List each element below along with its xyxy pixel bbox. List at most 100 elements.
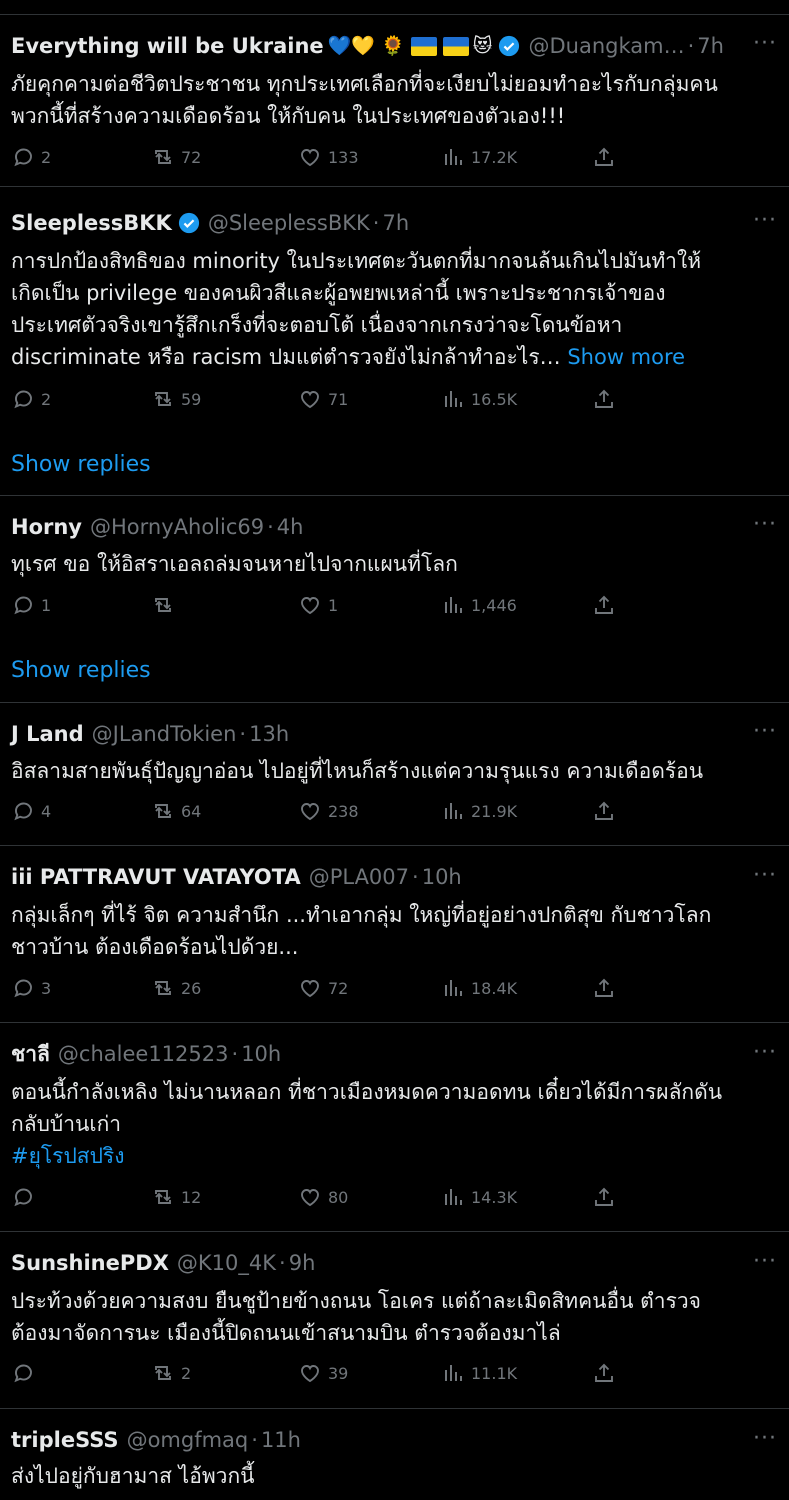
- retweet-button[interactable]: 2: [151, 1361, 191, 1385]
- retweet-icon: [155, 1366, 171, 1380]
- timestamp[interactable]: 11h: [261, 1425, 301, 1455]
- timestamp[interactable]: 7h: [697, 31, 724, 61]
- show-replies-link[interactable]: Show replies: [11, 656, 151, 686]
- share-button[interactable]: [592, 593, 616, 617]
- display-name[interactable]: Horny: [11, 512, 82, 542]
- retweet-count: 26: [181, 978, 202, 998]
- reply-button[interactable]: [11, 1185, 41, 1209]
- display-name[interactable]: J Land: [11, 719, 84, 749]
- user-handle[interactable]: @JLandTokien: [92, 719, 237, 749]
- reply-button[interactable]: 1: [11, 593, 51, 617]
- display-name[interactable]: SleeplessBKK: [11, 208, 172, 238]
- more-options-button[interactable]: ···: [753, 865, 777, 890]
- tweet-divider: [0, 495, 789, 496]
- views-button[interactable]: 16.5K: [441, 387, 517, 411]
- view-count: 16.5K: [471, 389, 518, 409]
- retweet-icon: [155, 981, 171, 995]
- views-button[interactable]: 14.3K: [441, 1185, 517, 1209]
- user-handle[interactable]: @Duangkam…: [528, 31, 684, 61]
- heart-icon: [301, 149, 319, 167]
- like-button[interactable]: 80: [298, 1185, 348, 1209]
- retweet-button[interactable]: 59: [151, 387, 201, 411]
- share-icon: [595, 978, 613, 997]
- timestamp[interactable]: 4h: [277, 512, 304, 542]
- views-button[interactable]: 18.4K: [441, 976, 517, 1000]
- tweet-text: กลุ่มเล็กๆ ที่ไร้ จิต ความสำนึก ...ทำเอา…: [11, 899, 781, 963]
- tweet-divider: [0, 702, 789, 703]
- share-button[interactable]: [592, 1361, 616, 1385]
- user-handle[interactable]: @SleeplessBKK: [208, 208, 370, 238]
- retweet-button[interactable]: [151, 593, 181, 617]
- like-button[interactable]: 39: [298, 1361, 348, 1385]
- reply-button[interactable]: 2: [11, 145, 51, 169]
- retweet-count: 2: [181, 1363, 192, 1383]
- like-count: 71: [328, 389, 349, 409]
- tweet-line: กลุ่มเล็กๆ ที่ไร้ จิต ความสำนึก ...ทำเอา…: [11, 903, 712, 927]
- display-name[interactable]: iii PATTRAVUT VATAYOTA: [11, 862, 301, 892]
- name-emoji-tail: 😻: [472, 35, 493, 57]
- views-button[interactable]: 21.9K: [441, 799, 517, 823]
- share-button[interactable]: [592, 1185, 616, 1209]
- show-more-link[interactable]: Show more: [567, 345, 685, 369]
- timestamp[interactable]: 9h: [289, 1248, 316, 1278]
- reply-icon: [14, 1364, 32, 1383]
- display-name[interactable]: SunshinePDX: [11, 1248, 169, 1278]
- display-name[interactable]: tripleSSS: [11, 1425, 119, 1455]
- reply-button[interactable]: 2: [11, 387, 51, 411]
- more-options-button[interactable]: ···: [753, 721, 777, 746]
- user-handle[interactable]: @HornyAholic69: [90, 512, 264, 542]
- reply-button[interactable]: 3: [11, 976, 51, 1000]
- tweet-actions: 2 39 11.1K: [11, 1361, 631, 1385]
- timestamp[interactable]: 13h: [249, 719, 289, 749]
- share-button[interactable]: [592, 145, 616, 169]
- retweet-button[interactable]: 72: [151, 145, 201, 169]
- like-button[interactable]: 238: [298, 799, 359, 823]
- more-options-button[interactable]: ···: [753, 514, 777, 539]
- views-button[interactable]: 11.1K: [441, 1361, 517, 1385]
- like-button[interactable]: 1: [298, 593, 338, 617]
- like-button[interactable]: 71: [298, 387, 348, 411]
- view-count: 18.4K: [471, 978, 518, 998]
- tweet-text: ตอนนี้กำลังเหลิง ไม่นานหลอก ที่ชาวเมืองห…: [11, 1076, 781, 1172]
- display-name[interactable]: Everything will be Ukraine: [11, 31, 324, 61]
- retweet-button[interactable]: 26: [151, 976, 201, 1000]
- tweet-line: อิสลามสายพันธุ์ปัญญาอ่อน ไปอยู่ที่ไหนก็ส…: [11, 759, 704, 783]
- share-button[interactable]: [592, 799, 616, 823]
- hashtag-link[interactable]: #ยุโรปสปริง: [11, 1140, 781, 1172]
- more-options-button[interactable]: ···: [753, 1428, 777, 1453]
- views-button[interactable]: 17.2K: [441, 145, 517, 169]
- view-count: 11.1K: [471, 1363, 518, 1383]
- retweet-button[interactable]: 12: [151, 1185, 201, 1209]
- reply-button[interactable]: [11, 1361, 41, 1385]
- user-handle[interactable]: @chalee112523: [58, 1039, 229, 1069]
- tweet-line: ประเทศตัวจริงเขารู้สึกเกร็งที่จะตอบโต้ เ…: [11, 313, 623, 337]
- like-button[interactable]: 72: [298, 976, 348, 1000]
- timestamp[interactable]: 10h: [241, 1039, 281, 1069]
- display-name[interactable]: ชาลี: [11, 1039, 50, 1069]
- share-button[interactable]: [592, 387, 616, 411]
- user-handle[interactable]: @omgfmaq: [127, 1425, 249, 1455]
- like-count: 80: [328, 1187, 349, 1207]
- more-options-button[interactable]: ···: [753, 1251, 777, 1276]
- ukraine-flag-icon: [410, 36, 437, 56]
- retweet-button[interactable]: 64: [151, 799, 201, 823]
- view-count: 21.9K: [471, 801, 518, 821]
- more-options-button[interactable]: ···: [753, 1042, 777, 1067]
- views-icon: [445, 803, 462, 819]
- views-button[interactable]: 1,446: [441, 593, 517, 617]
- user-handle[interactable]: @K10_4K: [177, 1248, 276, 1278]
- tweet-text: อิสลามสายพันธุ์ปัญญาอ่อน ไปอยู่ที่ไหนก็ส…: [11, 755, 781, 787]
- share-icon: [595, 1187, 613, 1206]
- share-button[interactable]: [592, 976, 616, 1000]
- tweet-line: ชาวบ้าน ต้องเดือดร้อนไปด้วย...: [11, 935, 299, 959]
- timestamp[interactable]: 7h: [382, 208, 409, 238]
- user-handle[interactable]: @PLA007: [309, 862, 409, 892]
- more-options-button[interactable]: ···: [753, 210, 777, 235]
- timestamp[interactable]: 10h: [422, 862, 462, 892]
- retweet-icon: [155, 804, 171, 818]
- like-button[interactable]: 133: [298, 145, 359, 169]
- reply-button[interactable]: 4: [11, 799, 51, 823]
- more-options-button[interactable]: ···: [753, 33, 777, 58]
- separator-dot: ·: [267, 515, 274, 539]
- show-replies-link[interactable]: Show replies: [11, 450, 151, 480]
